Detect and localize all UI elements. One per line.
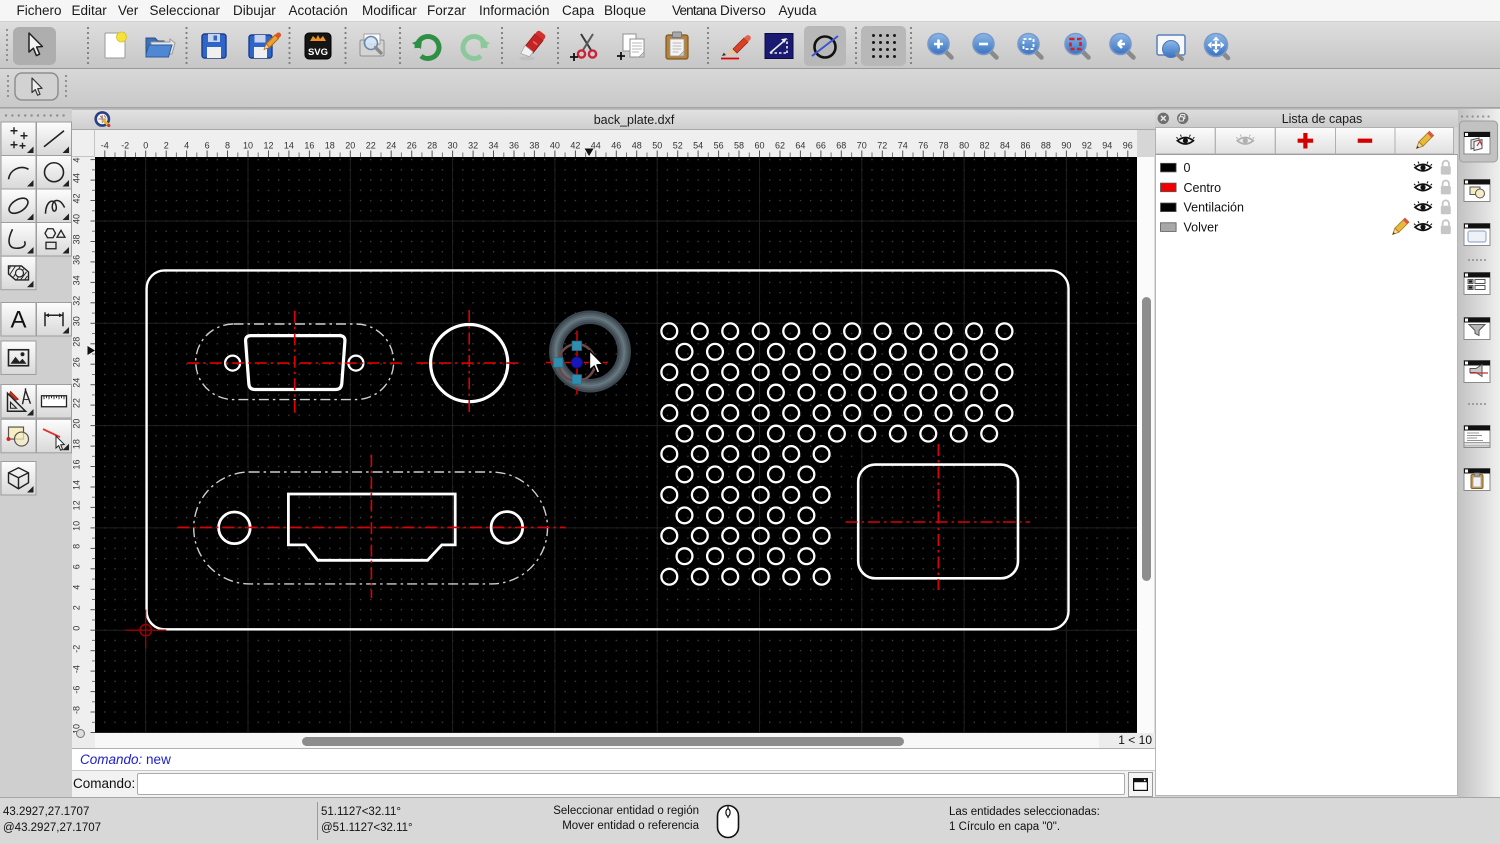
svg-text:82: 82 [980,141,990,151]
svg-text:38: 38 [529,141,539,151]
svg-text:28: 28 [72,337,82,347]
svg-text:26: 26 [407,141,417,151]
svg-text:48: 48 [632,141,642,151]
svg-text:24: 24 [72,378,82,388]
svg-text:44: 44 [72,173,82,183]
svg-text:88: 88 [1041,141,1051,151]
svg-text:42: 42 [570,141,580,151]
svg-text:Lista de capas: Lista de capas [1282,112,1363,126]
svg-text:0: 0 [143,141,148,151]
svg-text:40: 40 [550,141,560,151]
svg-text:14: 14 [284,141,294,151]
svg-text:60: 60 [754,141,764,151]
svg-text:4: 4 [184,141,189,151]
svg-text:26: 26 [72,357,82,367]
svg-text:42: 42 [72,193,82,203]
svg-text:84: 84 [1000,141,1010,151]
svg-text:34: 34 [488,141,498,151]
svg-text:72: 72 [877,141,887,151]
svg-text:30: 30 [448,141,458,151]
svg-text:28: 28 [427,141,437,151]
svg-text:62: 62 [775,141,785,151]
svg-text:76: 76 [918,141,928,151]
svg-text:8: 8 [225,141,230,151]
svg-text:34: 34 [72,275,82,285]
svg-text:Volver: Volver [1184,221,1219,235]
svg-text:6: 6 [72,564,82,569]
svg-text:-4: -4 [72,665,82,673]
svg-text:20: 20 [345,141,355,151]
svg-text:-4: -4 [101,141,109,151]
svg-text:68: 68 [836,141,846,151]
svg-text:58: 58 [734,141,744,151]
svg-text:0: 0 [1184,161,1191,175]
svg-text:-2: -2 [72,645,82,653]
svg-text:8: 8 [72,544,82,549]
svg-text:4: 4 [72,585,82,590]
svg-text:94: 94 [1102,141,1112,151]
svg-text:52: 52 [673,141,683,151]
svg-text:86: 86 [1020,141,1030,151]
svg-text:78: 78 [939,141,949,151]
svg-text:2: 2 [72,605,82,610]
svg-text:2: 2 [164,141,169,151]
svg-text:12: 12 [263,141,273,151]
svg-text:-8: -8 [72,706,82,714]
svg-text:70: 70 [857,141,867,151]
svg-text:18: 18 [325,141,335,151]
svg-text:74: 74 [898,141,908,151]
svg-text:50: 50 [652,141,662,151]
svg-text:20: 20 [72,419,82,429]
svg-text:back_plate.dxf: back_plate.dxf [594,113,675,127]
svg-text:10: 10 [72,521,82,531]
svg-text:38: 38 [72,234,82,244]
svg-text:32: 32 [72,296,82,306]
svg-text:80: 80 [959,141,969,151]
svg-text:SVG: SVG [308,47,328,58]
svg-text:18: 18 [72,439,82,449]
svg-text:22: 22 [72,398,82,408]
svg-text:66: 66 [816,141,826,151]
svg-text:92: 92 [1082,141,1092,151]
svg-text:56: 56 [714,141,724,151]
svg-text:0: 0 [72,626,82,631]
svg-text:96: 96 [1123,141,1133,151]
svg-text:6: 6 [205,141,210,151]
svg-text:90: 90 [1061,141,1071,151]
svg-text:36: 36 [509,141,519,151]
svg-text:40: 40 [72,214,82,224]
svg-text:32: 32 [468,141,478,151]
svg-text:Ventilación: Ventilación [1184,201,1245,215]
svg-text:14: 14 [72,480,82,490]
svg-text:A: A [10,306,26,333]
svg-text:12: 12 [72,500,82,510]
svg-text:36: 36 [72,255,82,265]
svg-text:-2: -2 [121,141,129,151]
svg-text:24: 24 [386,141,396,151]
svg-text:16: 16 [72,459,82,469]
svg-text:54: 54 [693,141,703,151]
svg-text:46: 46 [611,141,621,151]
svg-text:22: 22 [366,141,376,151]
svg-text:64: 64 [795,141,805,151]
svg-text:16: 16 [304,141,314,151]
svg-text:10: 10 [243,141,253,151]
svg-text:-6: -6 [72,686,82,694]
svg-text:30: 30 [72,316,82,326]
svg-text:Centro: Centro [1184,181,1222,195]
svg-text:46: 46 [72,157,82,163]
